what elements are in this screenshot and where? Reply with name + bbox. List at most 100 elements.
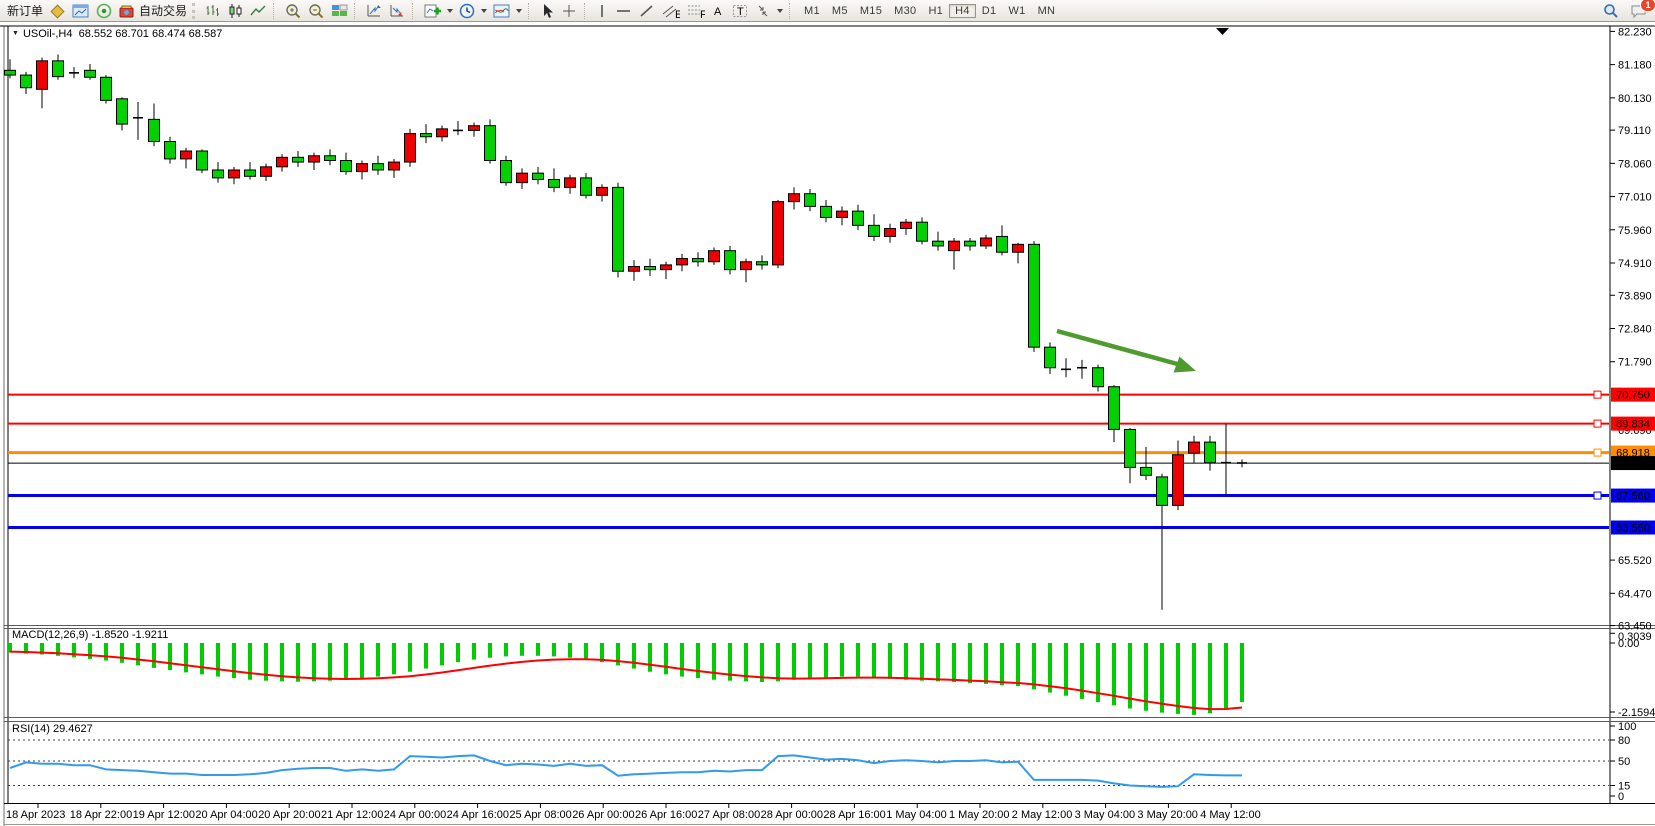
candle-body[interactable] bbox=[981, 238, 992, 246]
candle-body[interactable] bbox=[421, 134, 432, 137]
chart-canvas[interactable]: 82.23081.18080.13079.11078.06077.01075.9… bbox=[0, 0, 1655, 826]
trend-line-tool[interactable] bbox=[635, 2, 658, 20]
timeframe-mn[interactable]: MN bbox=[1032, 4, 1062, 18]
candle-body[interactable] bbox=[933, 241, 944, 246]
signal-icon[interactable] bbox=[93, 2, 116, 20]
profile-next-icon[interactable] bbox=[386, 2, 409, 20]
candle-body[interactable] bbox=[1173, 455, 1184, 506]
symbol-dropdown-icon[interactable]: ▼ bbox=[12, 30, 19, 37]
period-clock-button[interactable] bbox=[456, 2, 490, 20]
candle-body[interactable] bbox=[5, 70, 16, 75]
candle-body[interactable] bbox=[677, 259, 688, 265]
candle-body[interactable] bbox=[149, 119, 160, 141]
fibonacci-tool[interactable]: F bbox=[683, 2, 708, 20]
candle-body[interactable] bbox=[1045, 347, 1056, 368]
candle-body[interactable] bbox=[277, 157, 288, 166]
candle-body[interactable] bbox=[357, 164, 368, 172]
open-chart-icon[interactable] bbox=[69, 2, 93, 20]
candle-body[interactable] bbox=[709, 251, 720, 262]
candle-body[interactable] bbox=[309, 156, 320, 162]
new-order-button[interactable]: 新订单 bbox=[4, 1, 46, 20]
candle-body[interactable] bbox=[853, 211, 864, 225]
timeframe-h4[interactable]: H4 bbox=[949, 4, 976, 18]
line-handle[interactable] bbox=[1594, 449, 1601, 456]
candle-body[interactable] bbox=[1125, 429, 1136, 467]
candle-body[interactable] bbox=[725, 251, 736, 270]
timeframe-m30[interactable]: M30 bbox=[888, 4, 922, 18]
candle-body[interactable] bbox=[581, 178, 592, 195]
profile-prev-icon[interactable] bbox=[363, 2, 386, 20]
candlestick-chart-icon[interactable] bbox=[224, 2, 247, 20]
horizontal-line-tool[interactable] bbox=[612, 2, 635, 20]
candle-body[interactable] bbox=[53, 61, 64, 77]
candle-body[interactable] bbox=[213, 170, 224, 178]
crosshair-tool[interactable] bbox=[558, 2, 581, 20]
candle-body[interactable] bbox=[837, 211, 848, 217]
cursor-tool[interactable] bbox=[537, 2, 558, 20]
gold-seal-icon[interactable] bbox=[46, 2, 69, 20]
candle-body[interactable] bbox=[485, 126, 496, 161]
candle-body[interactable] bbox=[533, 173, 544, 179]
timeframe-m15[interactable]: M15 bbox=[854, 4, 888, 18]
candle-body[interactable] bbox=[117, 99, 128, 124]
candle-body[interactable] bbox=[597, 187, 608, 195]
candle-body[interactable] bbox=[821, 206, 832, 217]
candle-body[interactable] bbox=[549, 179, 560, 187]
candle-body[interactable] bbox=[405, 134, 416, 162]
notifications-icon[interactable]: 1 bbox=[1630, 3, 1649, 19]
candle-body[interactable] bbox=[517, 173, 528, 182]
candle-body[interactable] bbox=[565, 178, 576, 187]
auto-trading-button[interactable]: 自动交易 bbox=[116, 1, 190, 20]
chart-template-button[interactable] bbox=[490, 2, 525, 20]
candle-body[interactable] bbox=[789, 194, 800, 202]
candle-body[interactable] bbox=[469, 126, 480, 131]
candle-body[interactable] bbox=[965, 241, 976, 246]
candle-body[interactable] bbox=[245, 170, 256, 176]
candle-body[interactable] bbox=[949, 241, 960, 250]
candle-body[interactable] bbox=[437, 129, 448, 137]
candle-body[interactable] bbox=[741, 262, 752, 270]
timeframe-d1[interactable]: D1 bbox=[976, 4, 1003, 18]
timeframe-m1[interactable]: M1 bbox=[798, 4, 826, 18]
candle-body[interactable] bbox=[773, 202, 784, 265]
line-chart-icon[interactable] bbox=[247, 2, 270, 20]
tile-windows-icon[interactable] bbox=[328, 2, 351, 20]
candle-body[interactable] bbox=[1093, 368, 1104, 387]
candle-body[interactable] bbox=[1157, 477, 1168, 505]
equidistant-channel-tool[interactable]: E bbox=[658, 2, 683, 20]
candle-body[interactable] bbox=[901, 222, 912, 228]
candle-body[interactable] bbox=[229, 170, 240, 178]
candle-body[interactable] bbox=[885, 229, 896, 237]
search-icon[interactable] bbox=[1602, 3, 1620, 19]
zoom-out-icon[interactable] bbox=[305, 2, 328, 20]
candle-body[interactable] bbox=[997, 236, 1008, 252]
candle-body[interactable] bbox=[181, 151, 192, 159]
chart-title[interactable]: ▼USOil-,H4 68.552 68.701 68.474 68.587 bbox=[12, 28, 222, 40]
candle-body[interactable] bbox=[1141, 467, 1152, 475]
candle-body[interactable] bbox=[261, 167, 272, 176]
candle-body[interactable] bbox=[757, 262, 768, 265]
candle-body[interactable] bbox=[21, 75, 32, 88]
candle-body[interactable] bbox=[1029, 244, 1040, 347]
candle-body[interactable] bbox=[85, 70, 96, 77]
candle-body[interactable] bbox=[869, 225, 880, 236]
candle-body[interactable] bbox=[1109, 387, 1120, 430]
candle-body[interactable] bbox=[1205, 442, 1216, 463]
candle-body[interactable] bbox=[1189, 442, 1200, 453]
candle-body[interactable] bbox=[661, 265, 672, 270]
line-handle[interactable] bbox=[1594, 492, 1601, 499]
text-tool[interactable]: A bbox=[708, 2, 729, 20]
text-label-tool[interactable]: T bbox=[729, 2, 752, 20]
line-handle[interactable] bbox=[1594, 391, 1601, 398]
candle-body[interactable] bbox=[1013, 244, 1024, 252]
add-indicator-button[interactable] bbox=[421, 2, 456, 20]
candle-body[interactable] bbox=[389, 162, 400, 170]
arrow-shapes-tool[interactable] bbox=[752, 2, 786, 20]
vertical-line-tool[interactable] bbox=[593, 2, 612, 20]
candle-body[interactable] bbox=[325, 156, 336, 161]
candle-body[interactable] bbox=[373, 164, 384, 170]
candle-body[interactable] bbox=[341, 160, 352, 171]
zoom-in-icon[interactable] bbox=[282, 2, 305, 20]
candle-body[interactable] bbox=[629, 266, 640, 271]
candle-body[interactable] bbox=[501, 160, 512, 182]
